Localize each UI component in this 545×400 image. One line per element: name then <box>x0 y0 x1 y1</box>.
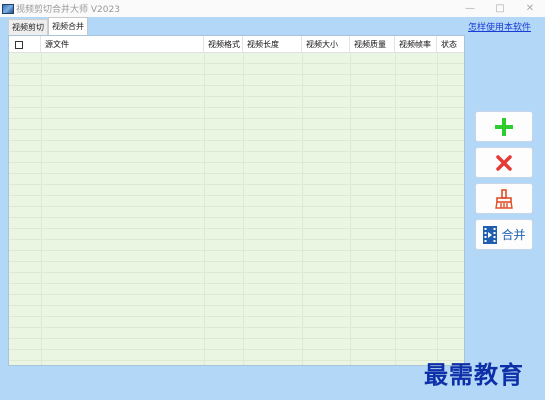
window-controls: — □ ✕ <box>455 0 545 17</box>
column-header-quality[interactable]: 视频质量 <box>350 36 395 53</box>
app-icon <box>2 3 14 14</box>
help-link[interactable]: 怎样使用本软件 <box>468 20 531 33</box>
tab-video-cut[interactable]: 视频剪切 <box>8 19 48 35</box>
window-title: 视频剪切合并大师 V2023 <box>16 5 120 15</box>
remove-file-button[interactable] <box>475 147 533 178</box>
title-bar: 视频剪切合并大师 V2023 — □ ✕ <box>0 0 545 17</box>
close-button[interactable]: ✕ <box>515 0 545 17</box>
column-header-size[interactable]: 视频大小 <box>302 36 350 53</box>
clear-list-button[interactable] <box>475 183 533 214</box>
x-icon <box>496 154 512 171</box>
table-header: 源文件 视频格式 视频长度 视频大小 视频质量 视频帧率 状态 <box>9 36 464 53</box>
tab-strip: 视频剪切 视频合并 <box>8 17 88 35</box>
add-file-button[interactable] <box>475 111 533 142</box>
column-header-status[interactable]: 状态 <box>437 36 464 53</box>
column-header-length[interactable]: 视频长度 <box>243 36 302 53</box>
maximize-button[interactable]: □ <box>485 0 515 17</box>
merge-button-label: 合并 <box>501 228 526 242</box>
column-header-source[interactable]: 源文件 <box>41 36 204 53</box>
file-list-table: 源文件 视频格式 视频长度 视频大小 视频质量 视频帧率 状态 <box>8 35 465 366</box>
merge-button[interactable]: 合并 <box>475 219 533 250</box>
minimize-button[interactable]: — <box>455 0 485 17</box>
tab-video-merge[interactable]: 视频合并 <box>48 17 88 35</box>
select-all-column <box>9 36 41 53</box>
film-icon <box>483 225 498 244</box>
watermark-text: 最需教育 <box>424 360 524 389</box>
column-header-framerate[interactable]: 视频帧率 <box>395 36 437 53</box>
select-all-checkbox[interactable] <box>15 40 23 49</box>
broom-icon <box>495 188 513 209</box>
column-header-format[interactable]: 视频格式 <box>204 36 243 53</box>
plus-icon <box>495 117 513 136</box>
